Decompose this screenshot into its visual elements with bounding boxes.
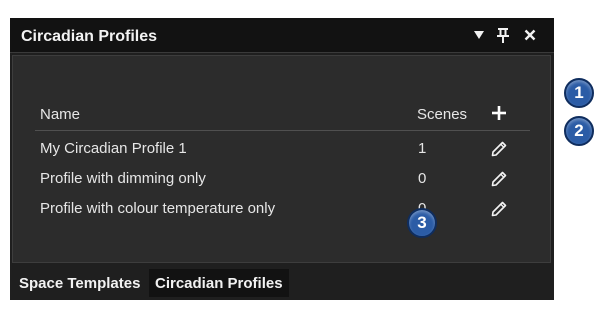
circadian-profiles-panel: Circadian Profiles Name Scenes My Circad…	[10, 18, 554, 300]
close-icon[interactable]	[520, 25, 540, 45]
callout-badge-2: 2	[564, 116, 594, 146]
tab-space-templates[interactable]: Space Templates	[13, 269, 146, 297]
panel-titlebar: Circadian Profiles	[10, 18, 554, 53]
tab-circadian-profiles[interactable]: Circadian Profiles	[149, 269, 289, 297]
header-divider	[35, 130, 530, 131]
pencil-icon[interactable]	[489, 199, 509, 219]
table-row[interactable]: Profile with dimming only 0	[13, 166, 552, 194]
profiles-list-area: Name Scenes My Circadian Profile 1 1 Pro…	[12, 55, 551, 263]
pin-icon[interactable]	[493, 25, 513, 45]
triangle-down-icon[interactable]	[469, 25, 489, 45]
callout-badge-3: 3	[407, 208, 437, 238]
table-row[interactable]: Profile with colour temperature only 0	[13, 196, 552, 224]
profile-name: Profile with dimming only	[40, 170, 206, 187]
profile-scenes-count: 0	[418, 170, 427, 187]
column-header-scenes: Scenes	[417, 106, 468, 123]
table-row[interactable]: My Circadian Profile 1 1	[13, 136, 552, 164]
plus-icon[interactable]	[489, 103, 509, 123]
panel-title: Circadian Profiles	[21, 28, 158, 45]
profile-scenes-count: 1	[418, 140, 427, 157]
pencil-icon[interactable]	[489, 139, 509, 159]
callout-badge-1: 1	[564, 78, 594, 108]
profile-name: My Circadian Profile 1	[40, 140, 187, 157]
pencil-icon[interactable]	[489, 169, 509, 189]
profile-name: Profile with colour temperature only	[40, 200, 276, 217]
column-header-name: Name	[40, 106, 81, 123]
panel-tab-strip: Space Templates Circadian Profiles	[10, 265, 554, 300]
